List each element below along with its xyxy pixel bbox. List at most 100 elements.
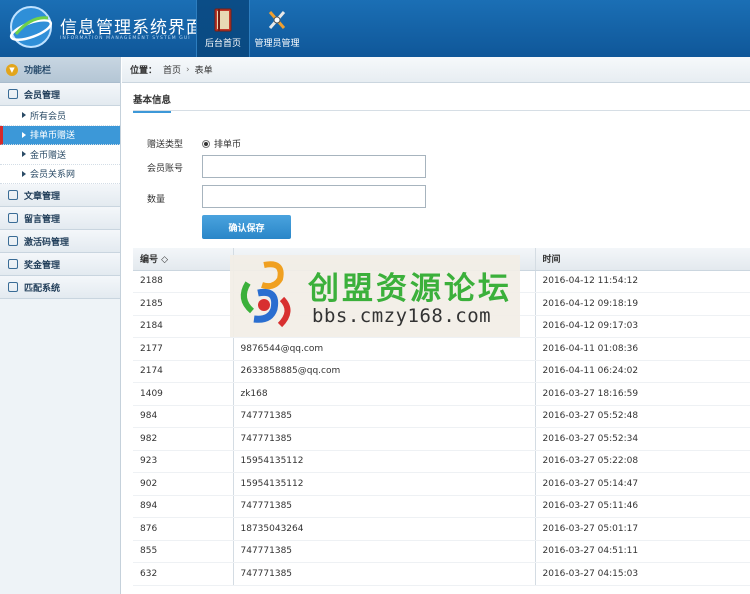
cell-account: zk168 [233, 382, 536, 406]
cell-id: 855 [133, 540, 234, 563]
sidebar-item-order-coin-gift[interactable]: 排单币赠送 [0, 125, 120, 145]
cell-time: 2016-03-27 05:52:48 [535, 405, 750, 428]
system-title: 信息管理系统界面 [60, 18, 204, 38]
breadcrumb-prefix: 位置： [130, 66, 158, 76]
section-divider [133, 110, 750, 111]
sidebar-group-activation[interactable]: 激活码管理 [0, 230, 120, 253]
cell-id: 876 [133, 517, 234, 541]
cell-account: 15954135112 [233, 450, 536, 473]
arrow-right-icon [22, 112, 26, 119]
cell-account: 9876544@qq.com [233, 337, 536, 361]
cell-time: 2016-04-12 09:17:03 [535, 315, 750, 338]
sidebar-group-matching[interactable]: 匹配系统 [0, 276, 120, 299]
save-button[interactable]: 确认保存 [202, 215, 291, 239]
arrow-right-icon [22, 151, 26, 158]
breadcrumb: 位置： 首页 › 表单 [122, 57, 750, 83]
col-id-header[interactable]: 编号 ◇ [133, 248, 234, 271]
table-row: 923 15954135112 2016-03-27 05:22:08 [133, 450, 750, 473]
cell-time: 2016-03-27 04:51:11 [535, 540, 750, 563]
sidebar-title: ▼ 功能栏 [0, 57, 120, 83]
cell-time: 2016-03-27 05:52:34 [535, 427, 750, 451]
arrow-right-icon [22, 170, 26, 177]
cell-time: 2016-04-12 11:54:12 [535, 270, 750, 293]
arrow-right-icon [22, 131, 26, 138]
type-option-label: 排单币 [214, 140, 242, 150]
cell-account: 747771385 [233, 495, 536, 518]
sidebar-group-member[interactable]: 会员管理 [0, 83, 120, 106]
sidebar-group-label: 奖金管理 [24, 260, 61, 271]
cell-account: 18735043264 [233, 517, 536, 541]
sidebar-item-member-network[interactable]: 会员关系网 [0, 164, 120, 184]
table-row: 902 15954135112 2016-03-27 05:14:47 [133, 472, 750, 496]
table-row: 1409 zk168 2016-03-27 18:16:59 [133, 382, 750, 406]
cell-id: 902 [133, 472, 234, 496]
cell-id: 894 [133, 495, 234, 518]
cell-id: 2188 [133, 270, 234, 293]
cell-id: 2174 [133, 360, 234, 383]
list-icon [8, 282, 18, 292]
sidebar-item-label: 所有会员 [30, 111, 67, 122]
type-radio[interactable]: 排单币 [202, 137, 241, 150]
chevron-down-icon: ▼ [6, 63, 18, 76]
sidebar-group-message[interactable]: 留言管理 [0, 207, 120, 230]
quantity-input[interactable] [202, 185, 426, 208]
nav-home-label: 后台首页 [204, 39, 241, 49]
table-row: 2177 9876544@qq.com 2016-04-11 01:08:36 [133, 337, 750, 361]
nav-home[interactable]: 后台首页 [196, 0, 250, 57]
account-input[interactable] [202, 155, 426, 178]
forum-logo-icon [240, 261, 291, 328]
breadcrumb-current: 表单 [194, 66, 213, 76]
sidebar-group-article[interactable]: 文章管理 [0, 184, 120, 207]
book-icon [214, 8, 232, 32]
cell-id: 2185 [133, 292, 234, 316]
breadcrumb-home[interactable]: 首页 [163, 63, 181, 76]
cell-id: 2177 [133, 337, 234, 361]
cell-time: 2016-04-12 09:18:19 [535, 292, 750, 316]
sidebar-item-gold-gift[interactable]: 金币赠送 [0, 145, 120, 165]
cell-id: 982 [133, 427, 234, 451]
sidebar-item-all-members[interactable]: 所有会员 [0, 106, 120, 126]
watermark-banner: 创盟资源论坛 bbs.cmzy168.com [230, 255, 520, 337]
cell-time: 2016-03-27 05:01:17 [535, 517, 750, 541]
cell-account: 747771385 [233, 405, 536, 428]
sidebar-item-label: 排单币赠送 [30, 131, 76, 142]
table-row: 876 18735043264 2016-03-27 05:01:17 [133, 517, 750, 541]
top-header: 信息管理系统界面 INFORMATION MANAGEMENT SYSTEM G… [0, 0, 750, 57]
table-row: 982 747771385 2016-03-27 05:52:34 [133, 427, 750, 451]
system-subtitle: INFORMATION MANAGEMENT SYSTEM GUI [60, 36, 191, 41]
member-icon [8, 89, 18, 99]
globe-logo-icon [9, 6, 53, 48]
tools-icon [268, 11, 286, 29]
sidebar-title-label: 功能栏 [24, 66, 52, 76]
cell-id: 632 [133, 562, 234, 586]
cell-account: 747771385 [233, 540, 536, 563]
cell-account: 747771385 [233, 427, 536, 451]
nav-admin[interactable]: 管理员管理 [250, 0, 304, 57]
cell-id: 1409 [133, 382, 234, 406]
col-time-header: 时间 [535, 248, 750, 271]
cell-time: 2016-04-11 06:24:02 [535, 360, 750, 383]
list-icon [8, 236, 18, 246]
top-nav: 后台首页 管理员管理 [196, 0, 304, 57]
sidebar-group-bonus[interactable]: 奖金管理 [0, 253, 120, 276]
cell-time: 2016-04-11 01:08:36 [535, 337, 750, 361]
sidebar-group-label: 会员管理 [24, 90, 61, 101]
table-row: 632 747771385 2016-03-27 04:15:03 [133, 562, 750, 586]
list-icon [8, 259, 18, 269]
sidebar-group-label: 留言管理 [24, 214, 61, 225]
cell-time: 2016-03-27 04:15:03 [535, 562, 750, 586]
cell-time: 2016-03-27 05:14:47 [535, 472, 750, 496]
cell-id: 984 [133, 405, 234, 428]
table-row: 984 747771385 2016-03-27 05:52:48 [133, 405, 750, 428]
watermark-en: bbs.cmzy168.com [312, 305, 492, 327]
cell-id: 2184 [133, 315, 234, 338]
cell-time: 2016-03-27 18:16:59 [535, 382, 750, 406]
cell-time: 2016-03-27 05:22:08 [535, 450, 750, 473]
edit-icon [8, 190, 18, 200]
cell-account: 2633858885@qq.com [233, 360, 536, 383]
cell-id: 923 [133, 450, 234, 473]
quantity-label: 数量 [147, 195, 166, 205]
watermark-cn: 创盟资源论坛 [308, 271, 512, 307]
chevron-right-icon: › [186, 64, 190, 75]
sidebar-group-label: 文章管理 [24, 191, 61, 202]
